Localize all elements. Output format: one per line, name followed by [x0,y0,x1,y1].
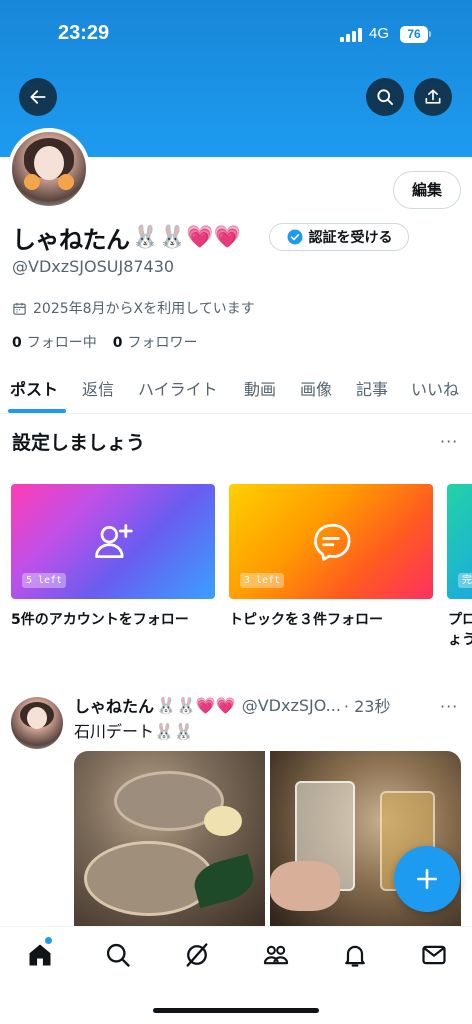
messages-icon[interactable] [420,941,448,969]
post-header: しゃねたん 🐰🐰💗💗 @VDxzSJO... · 23秒 [74,693,434,717]
post-photo-oysters[interactable] [74,751,265,926]
setup-card-badge: 3 left [240,573,285,588]
joined-date: 2025年8月からXを利用しています [12,298,255,318]
setup-card-label: プロ ょう [448,612,472,648]
arrow-left-icon [30,90,46,104]
compose-button[interactable] [394,846,460,912]
setup-card-label: トピックを３件フォロー [229,612,383,628]
tab-replies[interactable]: 返信 [82,376,114,400]
setup-card-profile[interactable]: 完 [447,484,472,599]
profile-name-row: しゃねたん 🐰🐰💗💗 [12,220,241,254]
following-link[interactable]: 0 フォロー中 [12,332,97,352]
add-user-icon [95,523,133,558]
post-author-emoji: 🐰🐰💗💗 [156,695,236,715]
post-author-handle[interactable]: @VDxzSJO... [242,696,341,715]
setup-title: 設定しましょう [12,432,146,454]
home-icon[interactable] [26,941,54,969]
profile-name: しゃねたん [12,225,130,254]
tab-videos[interactable]: 動画 [244,376,276,400]
setup-card-label: 5件のアカウントをフォロー [11,612,189,628]
verified-badge-icon [287,229,302,245]
notifications-icon[interactable] [341,941,369,969]
follow-stats: 0 フォロー中 0 フォロワー [12,332,214,352]
setup-card-badge: 完 [458,573,472,588]
get-verified-label: 認証を受ける [308,230,393,246]
tab-articles[interactable]: 記事 [356,376,388,400]
search-button[interactable] [366,78,404,116]
tab-likes[interactable]: いいね [411,376,459,400]
post-more-icon[interactable]: ··· [440,697,458,716]
battery-icon: 76 [400,26,428,43]
tab-photos[interactable]: 画像 [300,376,332,400]
plus-icon [417,869,437,889]
back-button[interactable] [19,78,57,116]
home-notification-dot [45,937,52,944]
post-time: · 23秒 [343,697,391,716]
post-avatar[interactable] [11,697,63,749]
post-author-name[interactable]: しゃねたん [74,693,154,717]
topic-bubble-icon [314,523,351,561]
profile-handle: @VDxzSJOSUJ87430 [12,257,175,276]
status-time: 23:29 [58,22,110,44]
search-icon [377,89,393,106]
share-button[interactable] [414,78,452,116]
post-text: 石川デート🐰🐰 [74,722,194,741]
network-label: 4G [369,25,390,42]
setup-card-follow[interactable]: 5 left [11,484,215,599]
setup-card-badge: 5 left [22,573,67,588]
setup-card-topics[interactable]: 3 left [229,484,433,599]
followers-link[interactable]: 0 フォロワー [113,332,198,352]
profile-name-emoji: 🐰🐰💗💗 [131,224,242,250]
share-icon [425,89,441,104]
battery-tip [429,31,431,37]
profile-avatar[interactable] [8,128,90,210]
tab-highlights[interactable]: ハイライト [138,376,218,400]
setup-more-icon[interactable]: ··· [440,432,458,451]
profile-tabs: ポスト 返信 ハイライト 動画 画像 記事 いいね [0,366,472,414]
home-indicator [153,1008,319,1013]
signal-icon [340,28,362,42]
grok-icon[interactable] [183,941,211,969]
tab-posts[interactable]: ポスト [10,376,58,400]
get-verified-button[interactable]: 認証を受ける [269,223,409,251]
active-tab-indicator [8,409,66,413]
edit-profile-button[interactable]: 編集 [393,171,461,209]
joined-text: 2025年8月からXを利用しています [33,301,255,317]
search-icon[interactable] [104,941,132,969]
calendar-icon [13,302,26,315]
communities-icon[interactable] [262,941,290,969]
status-bar: 23:29 4G 76 [0,22,472,50]
